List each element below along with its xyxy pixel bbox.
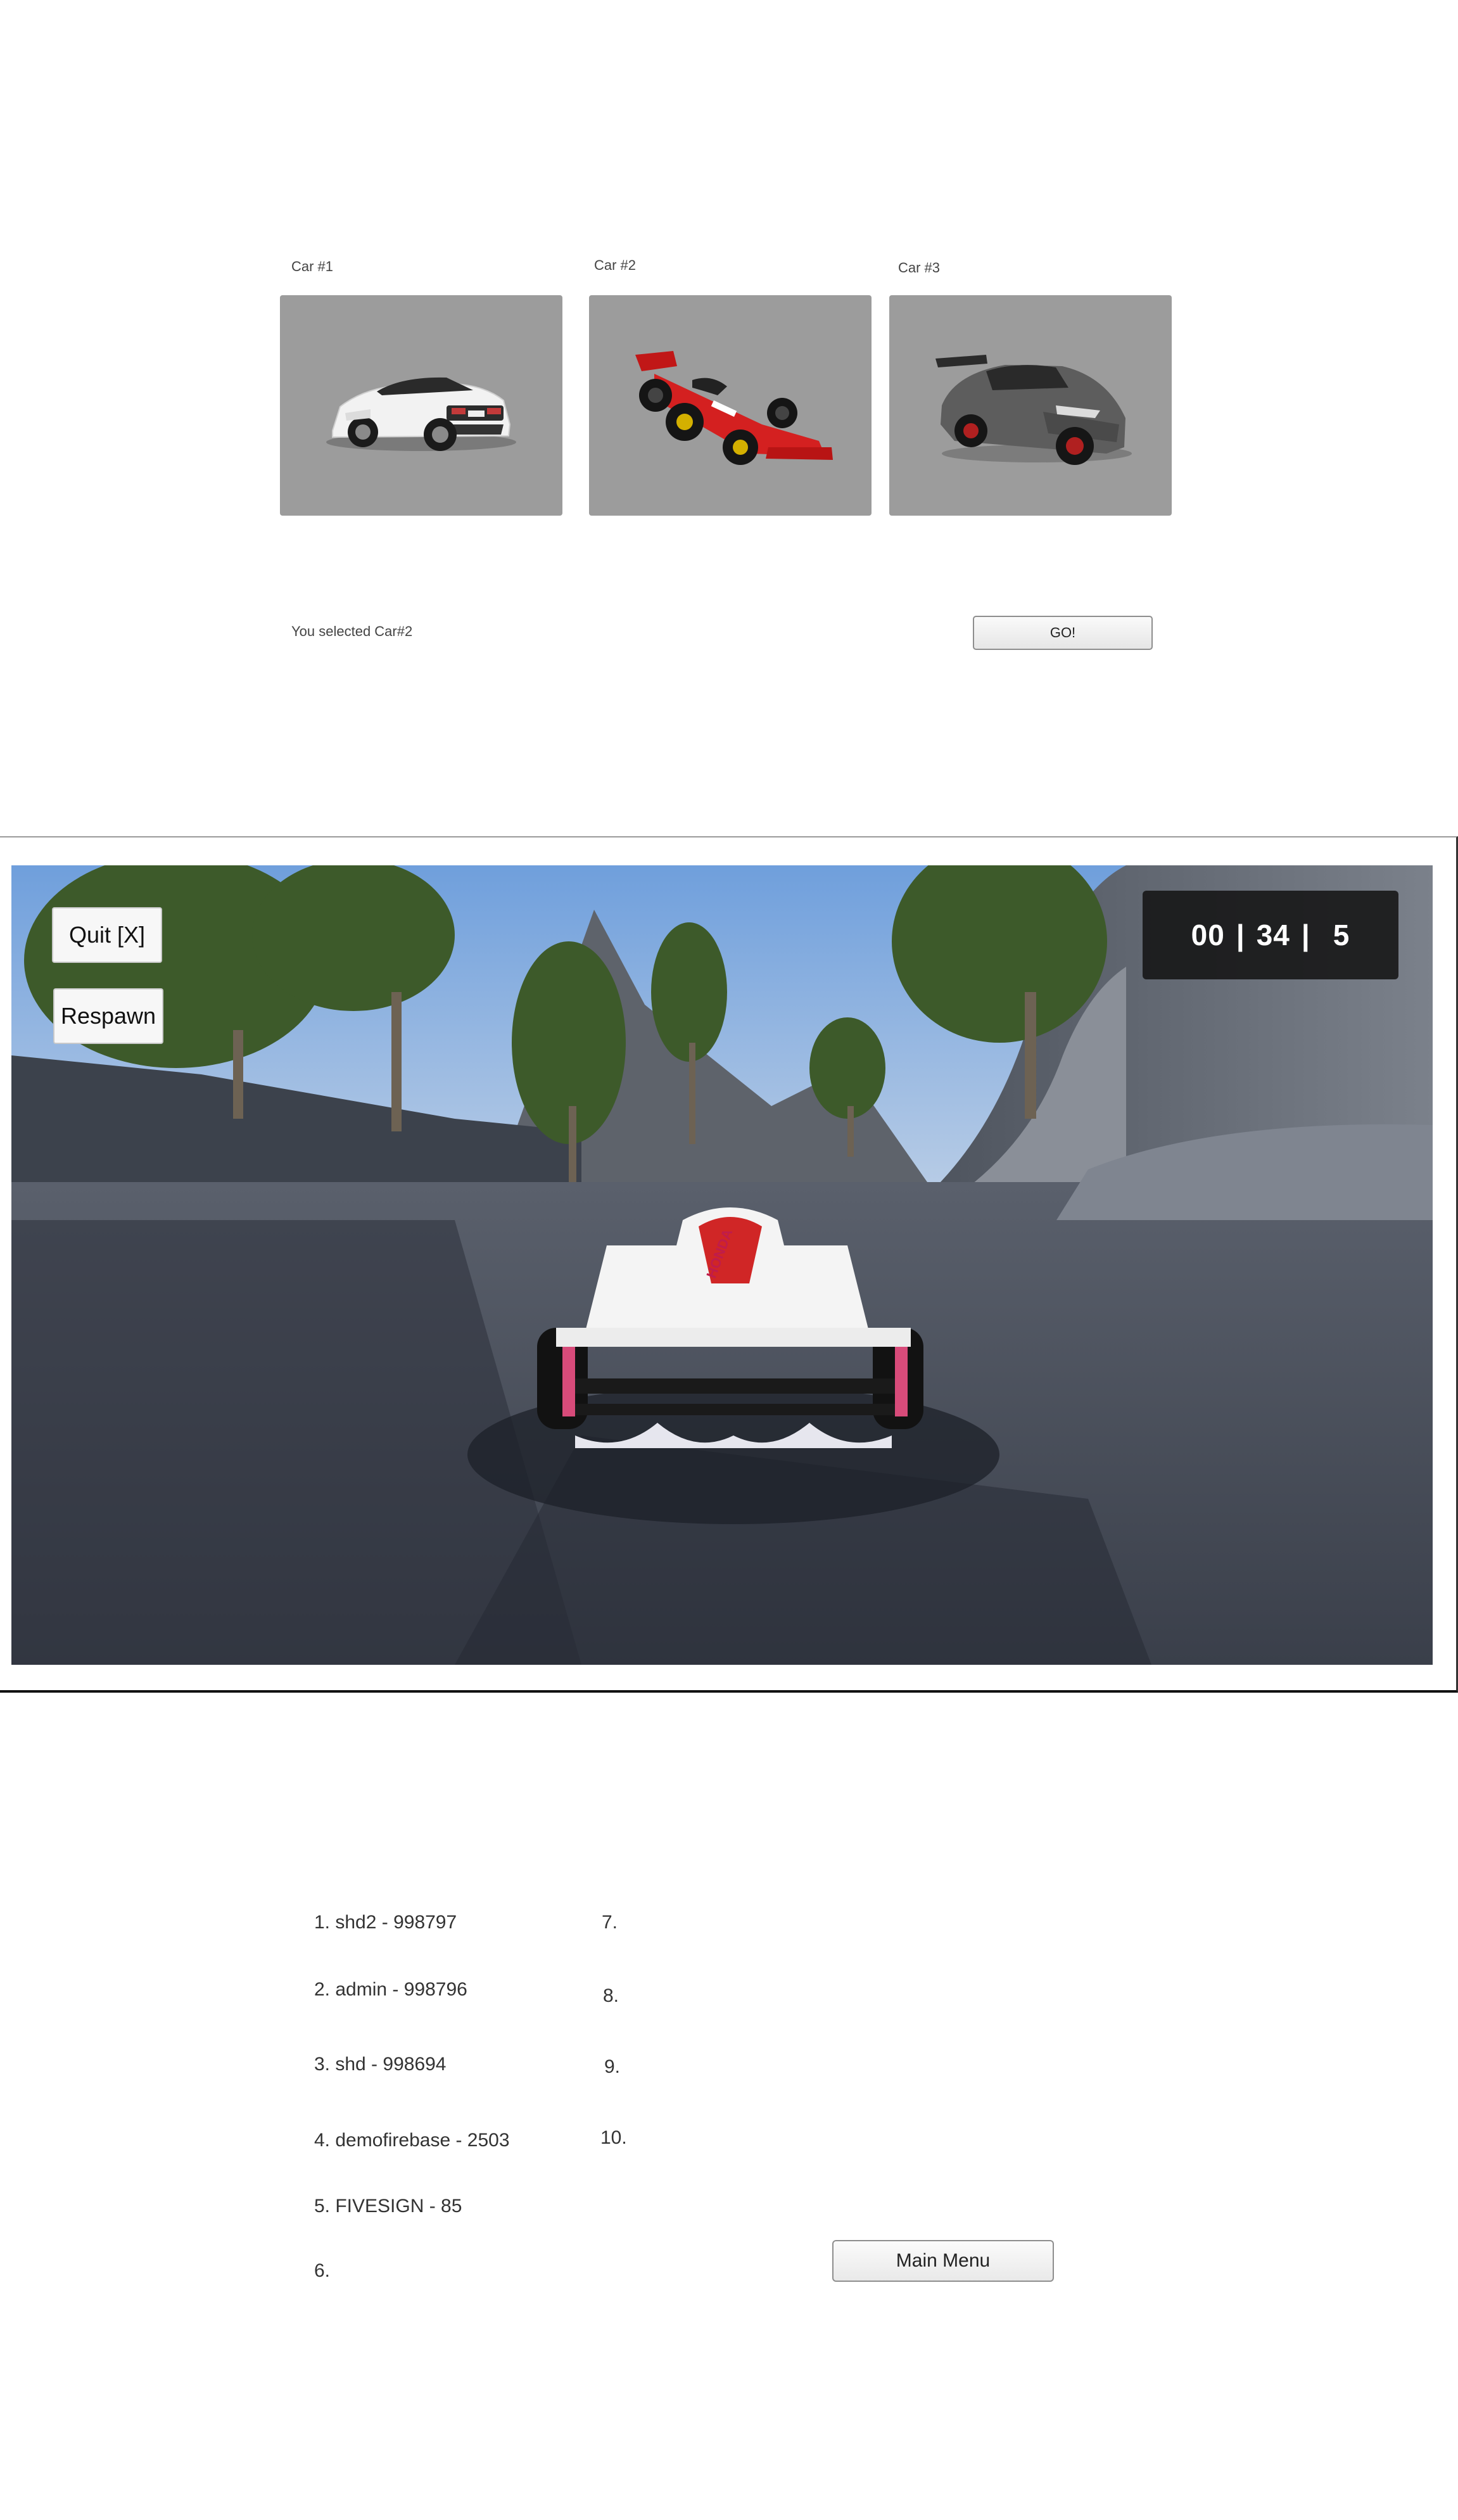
car-1-label: Car #1: [291, 258, 334, 274]
leaderboard-entry: 3. shd - 998694: [314, 2054, 447, 2075]
race-timer: 00 | 34 | 5: [1143, 891, 1398, 979]
quit-button[interactable]: Quit [X]: [52, 907, 162, 963]
respawn-button[interactable]: Respawn: [53, 988, 163, 1044]
car-2-card[interactable]: [589, 295, 872, 516]
white-sports-car-image: [326, 377, 516, 451]
leaderboard-entry: 6.: [314, 2260, 331, 2281]
leaderboard-entry: 1. shd2 - 998797: [314, 1912, 457, 1933]
timer-separator: |: [1236, 919, 1245, 951]
grey-supercar-image: [935, 355, 1132, 465]
leaderboard-entry: 7.: [602, 1912, 618, 1933]
game-window: HONDA Quit [X] Respawn 00 | 34 | 5: [0, 836, 1458, 1693]
leaderboard-entry: 10.: [600, 2127, 627, 2148]
leaderboard-entry: 2. admin - 998796: [314, 1979, 467, 2000]
leaderboard-entry: 5. FIVESIGN - 85: [314, 2196, 462, 2217]
go-button[interactable]: GO!: [973, 616, 1153, 650]
car-2-label: Car #2: [594, 257, 637, 273]
timer-separator: |: [1301, 919, 1310, 951]
leaderboard-entry: 9.: [604, 2056, 621, 2077]
main-menu-button[interactable]: Main Menu: [832, 2240, 1054, 2282]
timer-minutes: 00: [1191, 919, 1225, 951]
leaderboard-entry: 4. demofirebase - 2503: [314, 2130, 510, 2151]
selection-status: You selected Car#2: [291, 623, 413, 639]
leaderboard-entry: 8.: [603, 1985, 619, 2006]
lap-count: 5: [1333, 919, 1350, 951]
car-3-card[interactable]: [889, 295, 1172, 516]
game-viewport[interactable]: HONDA Quit [X] Respawn 00 | 34 | 5: [11, 865, 1433, 1665]
timer-seconds: 34: [1256, 919, 1290, 951]
car-1-card[interactable]: [280, 295, 562, 516]
car-3-label: Car #3: [898, 260, 941, 276]
red-formula-one-car-image: [635, 351, 833, 465]
